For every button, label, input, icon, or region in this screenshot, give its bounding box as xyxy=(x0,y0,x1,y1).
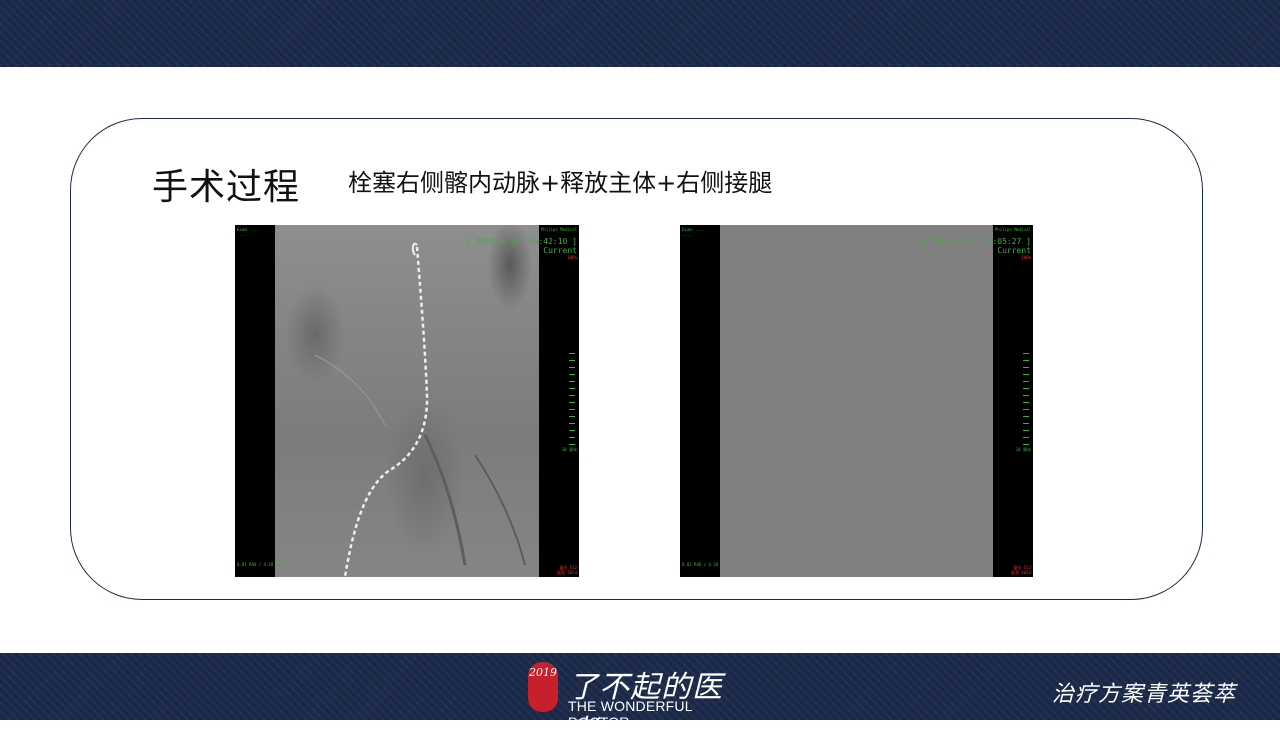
scale-ruler xyxy=(1023,353,1029,448)
catheter-graphic xyxy=(314,242,526,577)
timestamp-text: [ 2019-4-19, 15:42:10 ] xyxy=(466,237,577,246)
angiogram-left: Exam: ... .... Philips Medical [ 2019-4-… xyxy=(235,225,579,577)
seal-text: 2019 xyxy=(529,666,557,679)
header-band xyxy=(0,0,1280,67)
overlay-timestamp: [ 2019-4-19, 17:05:27 ] Current 100% xyxy=(920,237,1031,260)
brand-logo: 2019 了不起的医者 THE WONDERFUL DOCTOR xyxy=(528,660,728,749)
overlay-timestamp: [ 2019-4-19, 15:42:10 ] Current 100% xyxy=(466,237,577,260)
overlay-top-right: Philips Medical xyxy=(540,227,577,232)
slide-title: 手术过程 xyxy=(152,167,301,208)
overlay-bottom-right: 窗位 512 窗宽 1024 xyxy=(556,565,577,575)
timestamp-text: [ 2019-4-19, 17:05:27 ] xyxy=(920,237,1031,246)
slide-subtitle: 栓塞右侧髂内动脉+释放主体+右侧接腿 xyxy=(348,169,773,197)
overlay-bottom-left: 0.01 RAO / 4.38 CAU xyxy=(682,562,728,567)
logo-english: THE WONDERFUL DOCTOR xyxy=(568,698,693,730)
year-seal: 2019 xyxy=(528,662,558,712)
angiogram-right: Exam: ... .... Philips Medical [ 2019-4-… xyxy=(680,225,1033,577)
zoom-text: 100% xyxy=(1021,255,1031,260)
overlay-bottom-right: 窗位 512 窗宽 1024 xyxy=(1010,565,1031,575)
scale-ruler xyxy=(569,353,575,448)
status-text: Current xyxy=(997,246,1031,255)
ruler-label: 10 厘米 xyxy=(561,447,577,452)
angiogram-left-image xyxy=(275,225,539,577)
overlay-top-left: Exam: ... .... xyxy=(682,227,704,237)
footer-slogan: 治疗方案青英荟萃 xyxy=(1052,682,1237,707)
overlay-bottom-left: 0.01 RAO / 4.38 CAU xyxy=(237,562,283,567)
overlay-top-left: Exam: ... .... xyxy=(237,227,259,237)
status-text: Current xyxy=(543,246,577,255)
angiogram-right-image xyxy=(720,225,993,577)
overlay-top-right: Philips Medical xyxy=(994,227,1031,232)
zoom-text: 100% xyxy=(567,255,577,260)
ruler-label: 10 厘米 xyxy=(1015,447,1031,452)
